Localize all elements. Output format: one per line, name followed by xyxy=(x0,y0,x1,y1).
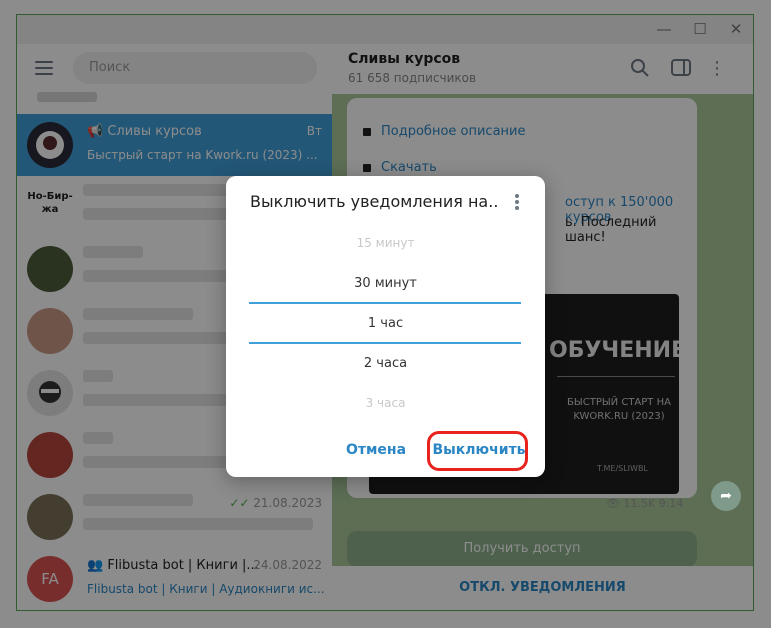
selection-line-top xyxy=(249,302,521,304)
option-item[interactable]: 2 часа xyxy=(226,356,545,371)
cancel-button[interactable]: Отмена xyxy=(344,434,408,466)
highlight-annotation xyxy=(427,431,528,471)
option-item[interactable]: 30 минут xyxy=(226,276,545,291)
dialog-title: Выключить уведомления на... xyxy=(250,192,500,211)
forward-icon[interactable]: ➦ xyxy=(711,481,741,511)
option-item-selected[interactable]: 1 час xyxy=(226,316,545,331)
option-item[interactable]: 3 часа xyxy=(226,396,545,410)
option-item[interactable]: 15 минут xyxy=(226,236,545,250)
selection-line-bottom xyxy=(249,342,521,344)
more-options-icon[interactable] xyxy=(512,194,522,214)
